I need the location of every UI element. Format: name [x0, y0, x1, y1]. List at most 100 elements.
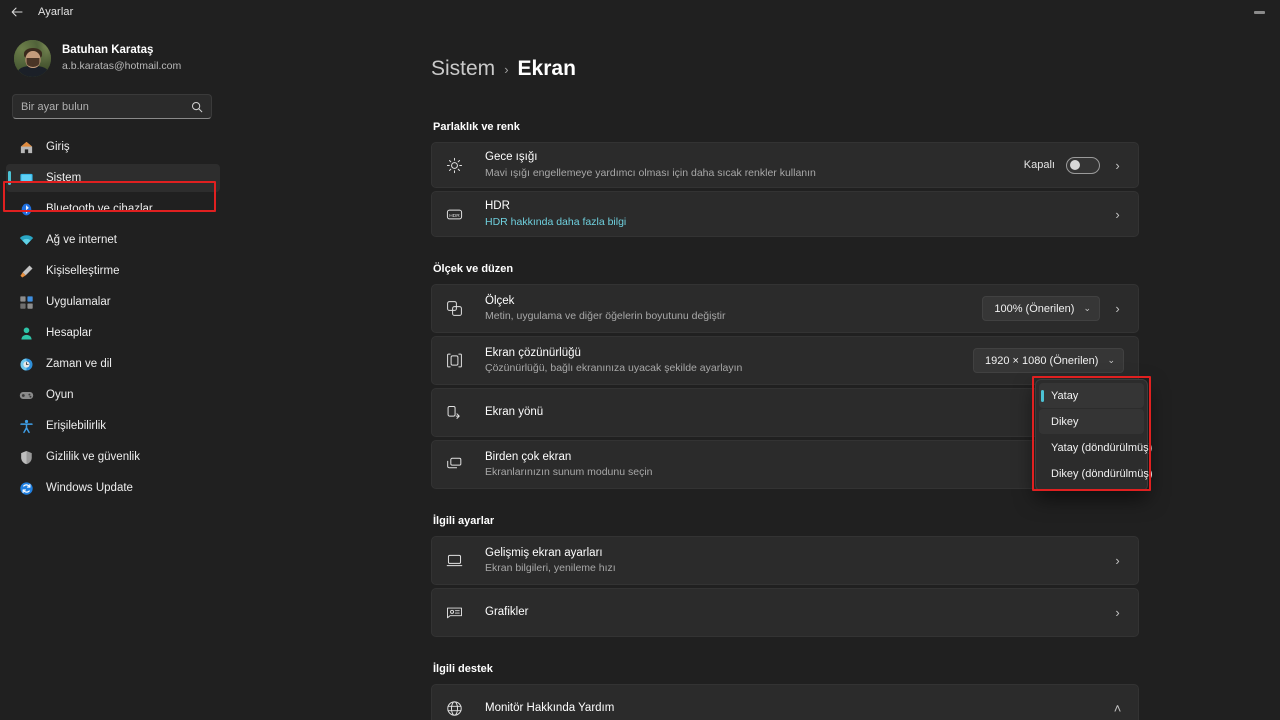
graphics-title: Grafikler	[485, 606, 529, 619]
night-light-state-label: Kapalı	[1023, 159, 1055, 171]
avatar	[14, 39, 51, 77]
hdr-icon: HDR	[445, 205, 464, 224]
scale-title: Ölçek	[485, 294, 515, 307]
resolution-icon	[445, 351, 464, 370]
section-title-related-settings: İlgili ayarlar	[433, 515, 495, 527]
orientation-option-dikey-rotated[interactable]: Dikey (döndürülmüş)	[1039, 461, 1152, 486]
scale-dropdown[interactable]: 100% (Önerilen) ⌄	[982, 296, 1100, 321]
title-bar: Ayarlar	[0, 0, 1280, 24]
sidebar-item-time-language[interactable]: Zaman ve dil	[6, 350, 220, 378]
profile-email: a.b.karatas@hotmail.com	[62, 59, 182, 72]
sidebar-item-giris[interactable]: Giriş	[6, 133, 220, 161]
sidebar-item-windows-update[interactable]: Windows Update	[6, 474, 220, 502]
resolution-row[interactable]: Ekran çözünürlüğü Çözünürlüğü, bağlı ekr…	[431, 336, 1139, 385]
accessibility-icon	[18, 418, 34, 434]
sidebar-item-label: Bluetooth ve cihazlar	[46, 203, 153, 215]
search-icon[interactable]	[191, 101, 203, 113]
section-title-brightness: Parlaklık ve renk	[433, 121, 520, 133]
chevron-up-icon[interactable]: ˄	[1111, 702, 1124, 715]
section-title-related-support: İlgili destek	[433, 663, 493, 675]
window-controls	[1238, 0, 1280, 24]
sidebar-item-label: Gizlilik ve güvenlik	[46, 451, 140, 463]
chevron-right-icon[interactable]: ›	[1111, 159, 1124, 172]
clock-icon	[18, 356, 34, 372]
sidebar-item-personalization[interactable]: Kişiselleştirme	[6, 257, 220, 285]
sidebar-nav: Giriş Sistem Bluetooth ve cihazlar Ağ ve…	[0, 133, 226, 502]
advanced-display-row[interactable]: Gelişmiş ekran ayarları Ekran bilgileri,…	[431, 536, 1139, 585]
globe-help-icon	[445, 699, 464, 718]
sidebar-item-accessibility[interactable]: Erişilebilirlik	[6, 412, 220, 440]
night-light-toggle[interactable]	[1066, 156, 1100, 174]
breadcrumb: Sistem › Ekran	[431, 24, 1139, 81]
search-placeholder: Bir ayar bulun	[21, 100, 89, 113]
hdr-subtitle-link[interactable]: HDR hakkında daha fazla bilgi	[485, 215, 1111, 230]
hdr-title: HDR	[485, 200, 510, 213]
multi-display-title: Birden çok ekran	[485, 450, 572, 463]
advanced-display-title: Gelişmiş ekran ayarları	[485, 546, 603, 559]
gamepad-icon	[18, 387, 34, 403]
multi-display-icon	[445, 455, 464, 474]
chevron-right-icon[interactable]: ›	[1111, 302, 1124, 315]
chevron-down-icon: ⌄	[1083, 303, 1091, 313]
monitor-help-card: Monitör Hakkında Yardım ˄ Ekran parlaklı…	[431, 684, 1139, 720]
sidebar-item-gaming[interactable]: Oyun	[6, 381, 220, 409]
orientation-option-yatay[interactable]: Yatay	[1039, 383, 1144, 408]
profile-block[interactable]: Batuhan Karataş a.b.karatas@hotmail.com	[0, 24, 226, 82]
orientation-option-yatay-rotated[interactable]: Yatay (döndürülmüş)	[1039, 435, 1152, 460]
sidebar-item-apps[interactable]: Uygulamalar	[6, 288, 220, 316]
window-body: Batuhan Karataş a.b.karatas@hotmail.com …	[0, 24, 1280, 720]
graphics-row[interactable]: Grafikler ›	[431, 588, 1139, 637]
orientation-option-dikey[interactable]: Dikey	[1039, 409, 1144, 434]
sidebar-item-label: Hesaplar	[46, 327, 93, 339]
settings-window: Ayarlar Batuhan Karataş a.b.karatas@hotm…	[0, 0, 1280, 720]
hdr-row[interactable]: HDR HDR HDR hakkında daha fazla bilgi ›	[431, 191, 1139, 237]
page-title: Ekran	[517, 57, 576, 80]
brightness-cards: Gece ışığı Mavi ışığı engellemeye yardım…	[431, 142, 1139, 237]
sidebar-item-label: Zaman ve dil	[46, 358, 112, 370]
orientation-title: Ekran yönü	[485, 406, 544, 419]
window-title: Ayarlar	[38, 6, 74, 18]
chevron-right-icon[interactable]: ›	[1111, 554, 1124, 567]
orientation-dropdown-flyout[interactable]: Yatay Dikey Yatay (döndürülmüş) Dikey (d…	[1035, 379, 1152, 491]
svg-text:HDR: HDR	[449, 212, 460, 218]
section-title-scale-layout: Ölçek ve düzen	[433, 263, 514, 275]
chevron-right-icon[interactable]: ›	[1111, 606, 1124, 619]
breadcrumb-root[interactable]: Sistem	[431, 57, 495, 81]
resolution-value: 1920 × 1080 (Önerilen)	[985, 354, 1099, 367]
chevron-down-icon: ⌄	[1107, 355, 1115, 365]
search-wrapper: Bir ayar bulun	[12, 94, 212, 119]
orientation-icon	[445, 403, 464, 422]
sidebar-item-bluetooth[interactable]: Bluetooth ve cihazlar	[6, 195, 220, 223]
monitor-help-row[interactable]: Monitör Hakkında Yardım ˄	[432, 685, 1138, 720]
graphics-card-icon	[445, 603, 464, 622]
resolution-dropdown[interactable]: 1920 × 1080 (Önerilen) ⌄	[973, 348, 1124, 373]
scale-row[interactable]: Ölçek Metin, uygulama ve diğer öğelerin …	[431, 284, 1139, 333]
search-input[interactable]: Bir ayar bulun	[12, 94, 212, 119]
scale-value: 100% (Önerilen)	[994, 302, 1075, 315]
sidebar-item-label: Sistem	[46, 172, 82, 184]
profile-name: Batuhan Karataş	[62, 44, 154, 57]
display-icon	[445, 551, 464, 570]
resolution-title: Ekran çözünürlüğü	[485, 346, 581, 359]
sidebar-item-sistem[interactable]: Sistem	[6, 164, 220, 192]
minimize-button[interactable]	[1238, 0, 1280, 24]
main-content: Sistem › Ekran Parlaklık ve renk Gece ış…	[226, 24, 1280, 720]
night-light-subtitle: Mavi ışığı engellemeye yardımcı olması i…	[485, 166, 816, 179]
chevron-right-icon[interactable]: ›	[1111, 208, 1124, 221]
orientation-row[interactable]: Ekran yönü	[431, 388, 1139, 437]
resolution-subtitle: Çözünürlüğü, bağlı ekranınıza uyacak şek…	[485, 362, 743, 375]
sidebar-item-label: Oyun	[46, 389, 74, 401]
multi-display-row[interactable]: Birden çok ekran Ekranlarınızın sunum mo…	[431, 440, 1139, 489]
advanced-display-subtitle: Ekran bilgileri, yenileme hızı	[485, 562, 616, 575]
wifi-icon	[18, 232, 34, 248]
night-light-row[interactable]: Gece ışığı Mavi ışığı engellemeye yardım…	[431, 142, 1139, 188]
sidebar-item-privacy[interactable]: Gizlilik ve güvenlik	[6, 443, 220, 471]
paintbrush-icon	[18, 263, 34, 279]
sidebar-item-label: Giriş	[46, 141, 70, 153]
scale-icon	[445, 299, 464, 318]
sidebar-item-label: Uygulamalar	[46, 296, 111, 308]
minimize-icon	[1253, 10, 1265, 14]
sidebar-item-accounts[interactable]: Hesaplar	[6, 319, 220, 347]
back-arrow-icon[interactable]	[0, 0, 34, 24]
sidebar-item-network[interactable]: Ağ ve internet	[6, 226, 220, 254]
